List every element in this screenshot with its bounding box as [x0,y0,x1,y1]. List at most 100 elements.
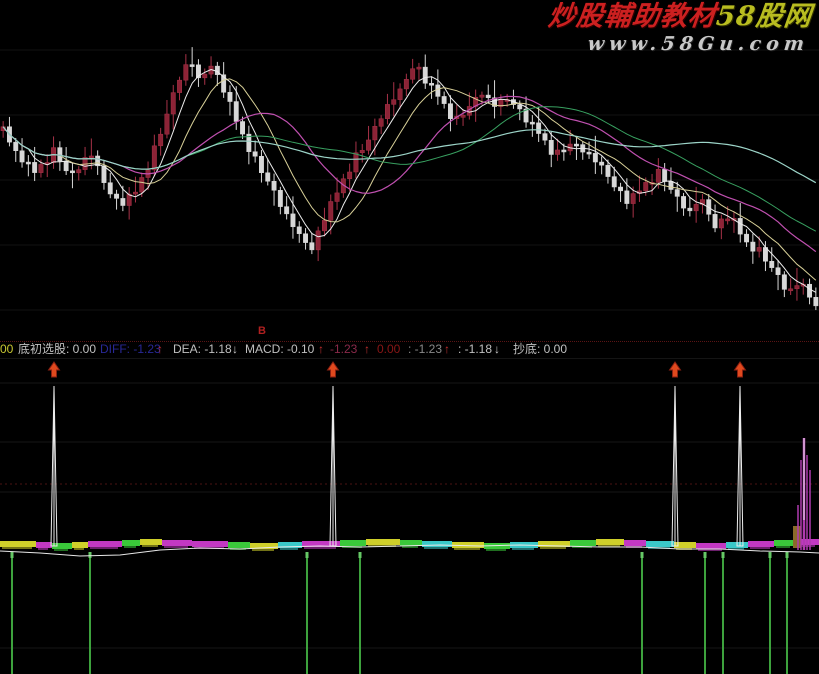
status-value-3: : -1.23 [408,342,443,356]
candle-down [429,83,435,86]
candles-layer [0,47,819,311]
status-prefix: 00 [0,342,14,356]
band-segment-shade [124,545,136,548]
candle-up [334,192,340,202]
candle-up [76,169,82,174]
candle-down [57,147,63,162]
candle-down [120,198,126,206]
candle-up [655,169,661,183]
buy-marker-b: B [258,325,266,337]
candle-up [555,149,560,155]
candle-down [259,156,264,173]
candle-up [693,204,699,212]
candle-up [794,285,800,290]
band-segment-shade [164,545,188,548]
candle-down [227,92,233,102]
candle-up [397,88,403,100]
indicator-status-bar: 00 底初选股: 0.00 DIFF: -1.23 ↑ DEA: -1.18 ↓… [0,341,819,359]
candle-down [422,66,428,84]
candle-up [183,64,189,81]
candle-down [687,207,693,212]
candle-down [485,94,491,98]
candle-down [662,169,668,182]
up-arrow-icon: ↑ [157,342,163,356]
candle-down [441,96,447,104]
candle-down [32,162,38,173]
band-segment-shade [486,548,506,551]
green-bars-layer [10,552,789,674]
candle-down [574,143,579,147]
band-segment-shade [512,547,534,550]
green-bar-head [721,552,725,558]
watermark-title: 炒股輔助教材58股网 [547,1,814,32]
buy-arrows-layer [47,361,747,378]
signal-indicator-panel[interactable] [0,358,819,674]
band-segment-shade [2,546,32,549]
band-segment-shade [142,544,158,547]
green-bar-head [768,552,772,558]
green-bar-head [305,552,309,558]
green-bar-head [358,552,362,558]
candle-up [718,218,724,229]
candle-down [101,165,107,183]
candle-up [725,218,731,222]
green-bar-head [88,552,92,558]
candle-down [807,283,812,298]
candle-down [737,218,743,235]
buy-arrow-icon [47,361,61,378]
grid-lines [0,49,819,311]
candle-down [548,140,554,155]
candle-down [712,214,718,229]
candle-up [391,99,397,105]
band-segment-shade [90,546,118,549]
candle-up [643,182,649,192]
candle-down [448,103,453,119]
candle-up [630,193,636,204]
candle-up [353,152,359,173]
watermark: 炒股輔助教材58股网 www.58Gu.com [545,1,814,56]
base-block [793,526,801,548]
band-segment-shade [280,547,298,550]
candle-up [177,79,183,93]
candle-up [202,73,208,79]
candle-up [315,230,321,251]
candle-up [403,79,409,90]
status-dea-value: DEA: -1.18 [173,342,232,356]
candle-down [611,176,617,188]
candle-down [240,121,246,135]
candle-down [252,151,258,157]
watermark-url: www.58Gu.com [587,33,811,55]
candle-up [328,201,334,221]
green-bar-head [10,552,14,558]
candle-up [322,220,327,232]
band-segment-shade [38,547,48,550]
band-segment-shade [74,547,84,550]
candle-down [769,261,775,268]
candle-down [19,150,25,163]
green-bar-head [640,552,644,558]
stock-app-screen: B 炒股輔助教材58股网 www.58Gu.com 00 底初选股: 0.00 … [0,0,819,674]
candle-up [410,68,416,80]
candle-down [750,241,756,252]
candle-down [435,84,441,97]
candle-up [385,104,390,119]
candle-up [756,247,762,252]
band-segment-shade [424,546,448,549]
buy-arrow-icon [733,361,747,378]
up-arrow-icon: ↑ [318,342,324,356]
candle-up [88,155,94,159]
watermark-title-red: 炒股輔助教材 [547,1,719,32]
band-segment-shade [54,548,68,551]
status-value-2: 0.00 [377,342,401,356]
candle-down [70,170,75,174]
down-arrow-icon: ↓ [494,342,500,356]
band-segment-shade [750,546,770,549]
candle-up [347,171,353,179]
candle-down [599,161,605,166]
candle-down [189,64,195,67]
candle-down [13,141,19,152]
candle-up [164,113,170,135]
status-chaodi: 抄底: 0.00 [513,342,568,356]
band-segment-shade [776,545,790,548]
status-diff-value: DIFF: -1.23 [100,342,161,356]
